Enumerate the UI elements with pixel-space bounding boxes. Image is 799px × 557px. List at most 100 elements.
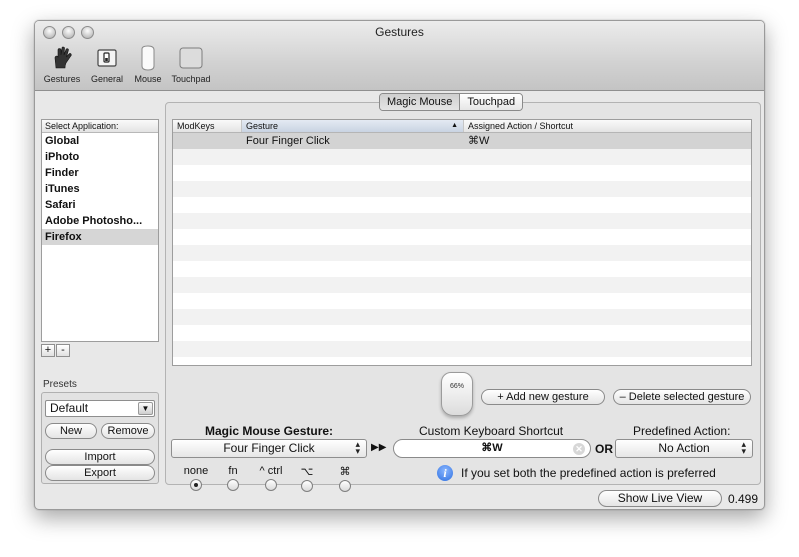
gesture-select-value: Four Finger Click	[223, 441, 315, 455]
new-preset-button[interactable]: New	[45, 423, 97, 439]
table-row-empty	[173, 341, 751, 357]
preset-select-value: Default	[50, 401, 89, 415]
list-item[interactable]: Adobe Photosho...	[42, 213, 158, 229]
gesture-table[interactable]: ModKeys Gesture ▲ Assigned Action / Shor…	[172, 119, 752, 366]
arrow-icon: ▶▶	[371, 442, 387, 453]
gesture-label: Magic Mouse Gesture:	[205, 424, 334, 438]
list-item[interactable]: Global	[42, 133, 158, 149]
preset-select[interactable]: Default ▼	[45, 400, 155, 417]
radio-button[interactable]	[301, 480, 313, 492]
shortcut-field[interactable]: ⌘W ✕	[393, 439, 591, 458]
version-label: 0.499	[727, 491, 758, 506]
table-row-empty	[173, 245, 751, 261]
table-row-empty	[173, 293, 751, 309]
toolbar-label: Mouse	[134, 74, 162, 84]
table-row-empty	[173, 357, 751, 365]
add-application-button[interactable]: +	[41, 344, 55, 357]
table-row-empty	[173, 261, 751, 277]
presets-label: Presets	[43, 379, 77, 390]
hand-icon	[49, 45, 75, 71]
chevron-down-icon: ▼	[138, 402, 153, 415]
table-row[interactable]: Four Finger Click ⌘W	[173, 133, 751, 149]
shortcut-value: ⌘W	[481, 442, 503, 454]
modifier-command[interactable]: ⌘	[333, 465, 357, 492]
shortcut-label: Custom Keyboard Shortcut	[419, 424, 564, 438]
modifier-label: ⌘	[339, 466, 351, 478]
table-row-empty	[173, 213, 751, 229]
application-list-header: Select Application:	[42, 120, 158, 133]
mouse-badge-value: 66%	[449, 383, 464, 390]
touchpad-icon	[179, 45, 203, 71]
table-header: ModKeys Gesture ▲ Assigned Action / Shor…	[173, 120, 751, 133]
tab-touchpad[interactable]: Touchpad	[460, 94, 523, 110]
mouse-icon	[137, 45, 159, 71]
import-button[interactable]: Import	[45, 449, 155, 465]
toolbar-mouse[interactable]: Mouse	[131, 45, 165, 84]
window-title: Gestures	[375, 25, 424, 39]
device-segmented-control[interactable]: Magic Mouse Touchpad	[379, 93, 524, 111]
column-gesture[interactable]: Gesture ▲	[242, 120, 464, 132]
list-item[interactable]: Safari	[42, 197, 158, 213]
table-row-empty	[173, 181, 751, 197]
remove-application-button[interactable]: -	[56, 344, 70, 357]
sort-ascending-icon: ▲	[451, 122, 458, 129]
info-text: If you set both the predefined action is…	[461, 466, 716, 480]
toolbar-label: General	[90, 74, 124, 84]
or-label: OR	[595, 442, 613, 456]
footer: Show Live View 0.499	[597, 490, 758, 507]
table-row-empty	[173, 149, 751, 165]
table-row-empty	[173, 197, 751, 213]
table-body: Four Finger Click ⌘W	[173, 133, 751, 365]
list-item[interactable]: iTunes	[42, 181, 158, 197]
magic-mouse-badge: 66%	[441, 372, 473, 416]
title-bar: Gestures Gestures General Mouse Touchpad	[35, 21, 764, 91]
application-list[interactable]: Select Application: Global iPhoto Finder…	[41, 119, 159, 342]
content-area: Select Application: Global iPhoto Finder…	[35, 92, 764, 509]
table-row-empty	[173, 309, 751, 325]
tab-magic-mouse[interactable]: Magic Mouse	[380, 94, 461, 110]
show-live-view-button[interactable]: Show Live View	[597, 490, 722, 507]
radio-button[interactable]	[339, 480, 351, 492]
modifier-fn[interactable]: fn	[219, 465, 247, 491]
table-row-empty	[173, 229, 751, 245]
table-row-empty	[173, 277, 751, 293]
remove-preset-button[interactable]: Remove	[101, 423, 155, 439]
modifier-none[interactable]: none	[181, 465, 211, 491]
cell-modkeys	[173, 133, 242, 149]
radio-button[interactable]	[265, 479, 277, 491]
toolbar-label: Touchpad	[171, 74, 211, 84]
modifier-option[interactable]: ⌥	[295, 465, 319, 492]
gesture-select[interactable]: Four Finger Click ▴ ▾	[171, 439, 367, 458]
info-icon: i	[437, 465, 453, 481]
modifier-label: fn	[228, 465, 238, 477]
cell-action: ⌘W	[468, 135, 490, 147]
table-row-empty	[173, 165, 751, 181]
add-gesture-button[interactable]: + Add new gesture	[481, 389, 605, 405]
updown-arrows-icon: ▴ ▾	[741, 439, 746, 456]
list-item[interactable]: Firefox	[42, 229, 158, 245]
column-action[interactable]: Assigned Action / Shortcut	[464, 120, 751, 132]
gestures-window: Gestures Gestures General Mouse Touchpad…	[34, 20, 765, 510]
delete-gesture-button[interactable]: – Delete selected gesture	[613, 389, 751, 405]
export-button[interactable]: Export	[45, 465, 155, 481]
switch-icon	[95, 45, 119, 71]
modifier-label: none	[183, 465, 209, 477]
list-item[interactable]: Finder	[42, 165, 158, 181]
toolbar-gestures[interactable]: Gestures	[41, 45, 83, 84]
column-modkeys[interactable]: ModKeys	[173, 120, 242, 132]
modifier-ctrl[interactable]: ^ ctrl	[253, 465, 289, 491]
column-gesture-label: Gesture	[246, 121, 279, 131]
toolbar-label: Gestures	[43, 74, 81, 84]
modifier-label: ⌥	[300, 466, 314, 478]
radio-button[interactable]	[190, 479, 202, 491]
list-item[interactable]: iPhoto	[42, 149, 158, 165]
modifier-label: ^ ctrl	[259, 465, 283, 477]
table-row-empty	[173, 325, 751, 341]
predefined-action-value: No Action	[658, 441, 710, 455]
predefined-label: Predefined Action:	[633, 424, 731, 438]
predefined-action-select[interactable]: No Action ▴ ▾	[615, 439, 753, 458]
toolbar-general[interactable]: General	[87, 45, 127, 84]
toolbar-touchpad[interactable]: Touchpad	[169, 45, 213, 84]
radio-button[interactable]	[227, 479, 239, 491]
clear-icon[interactable]: ✕	[573, 443, 585, 455]
